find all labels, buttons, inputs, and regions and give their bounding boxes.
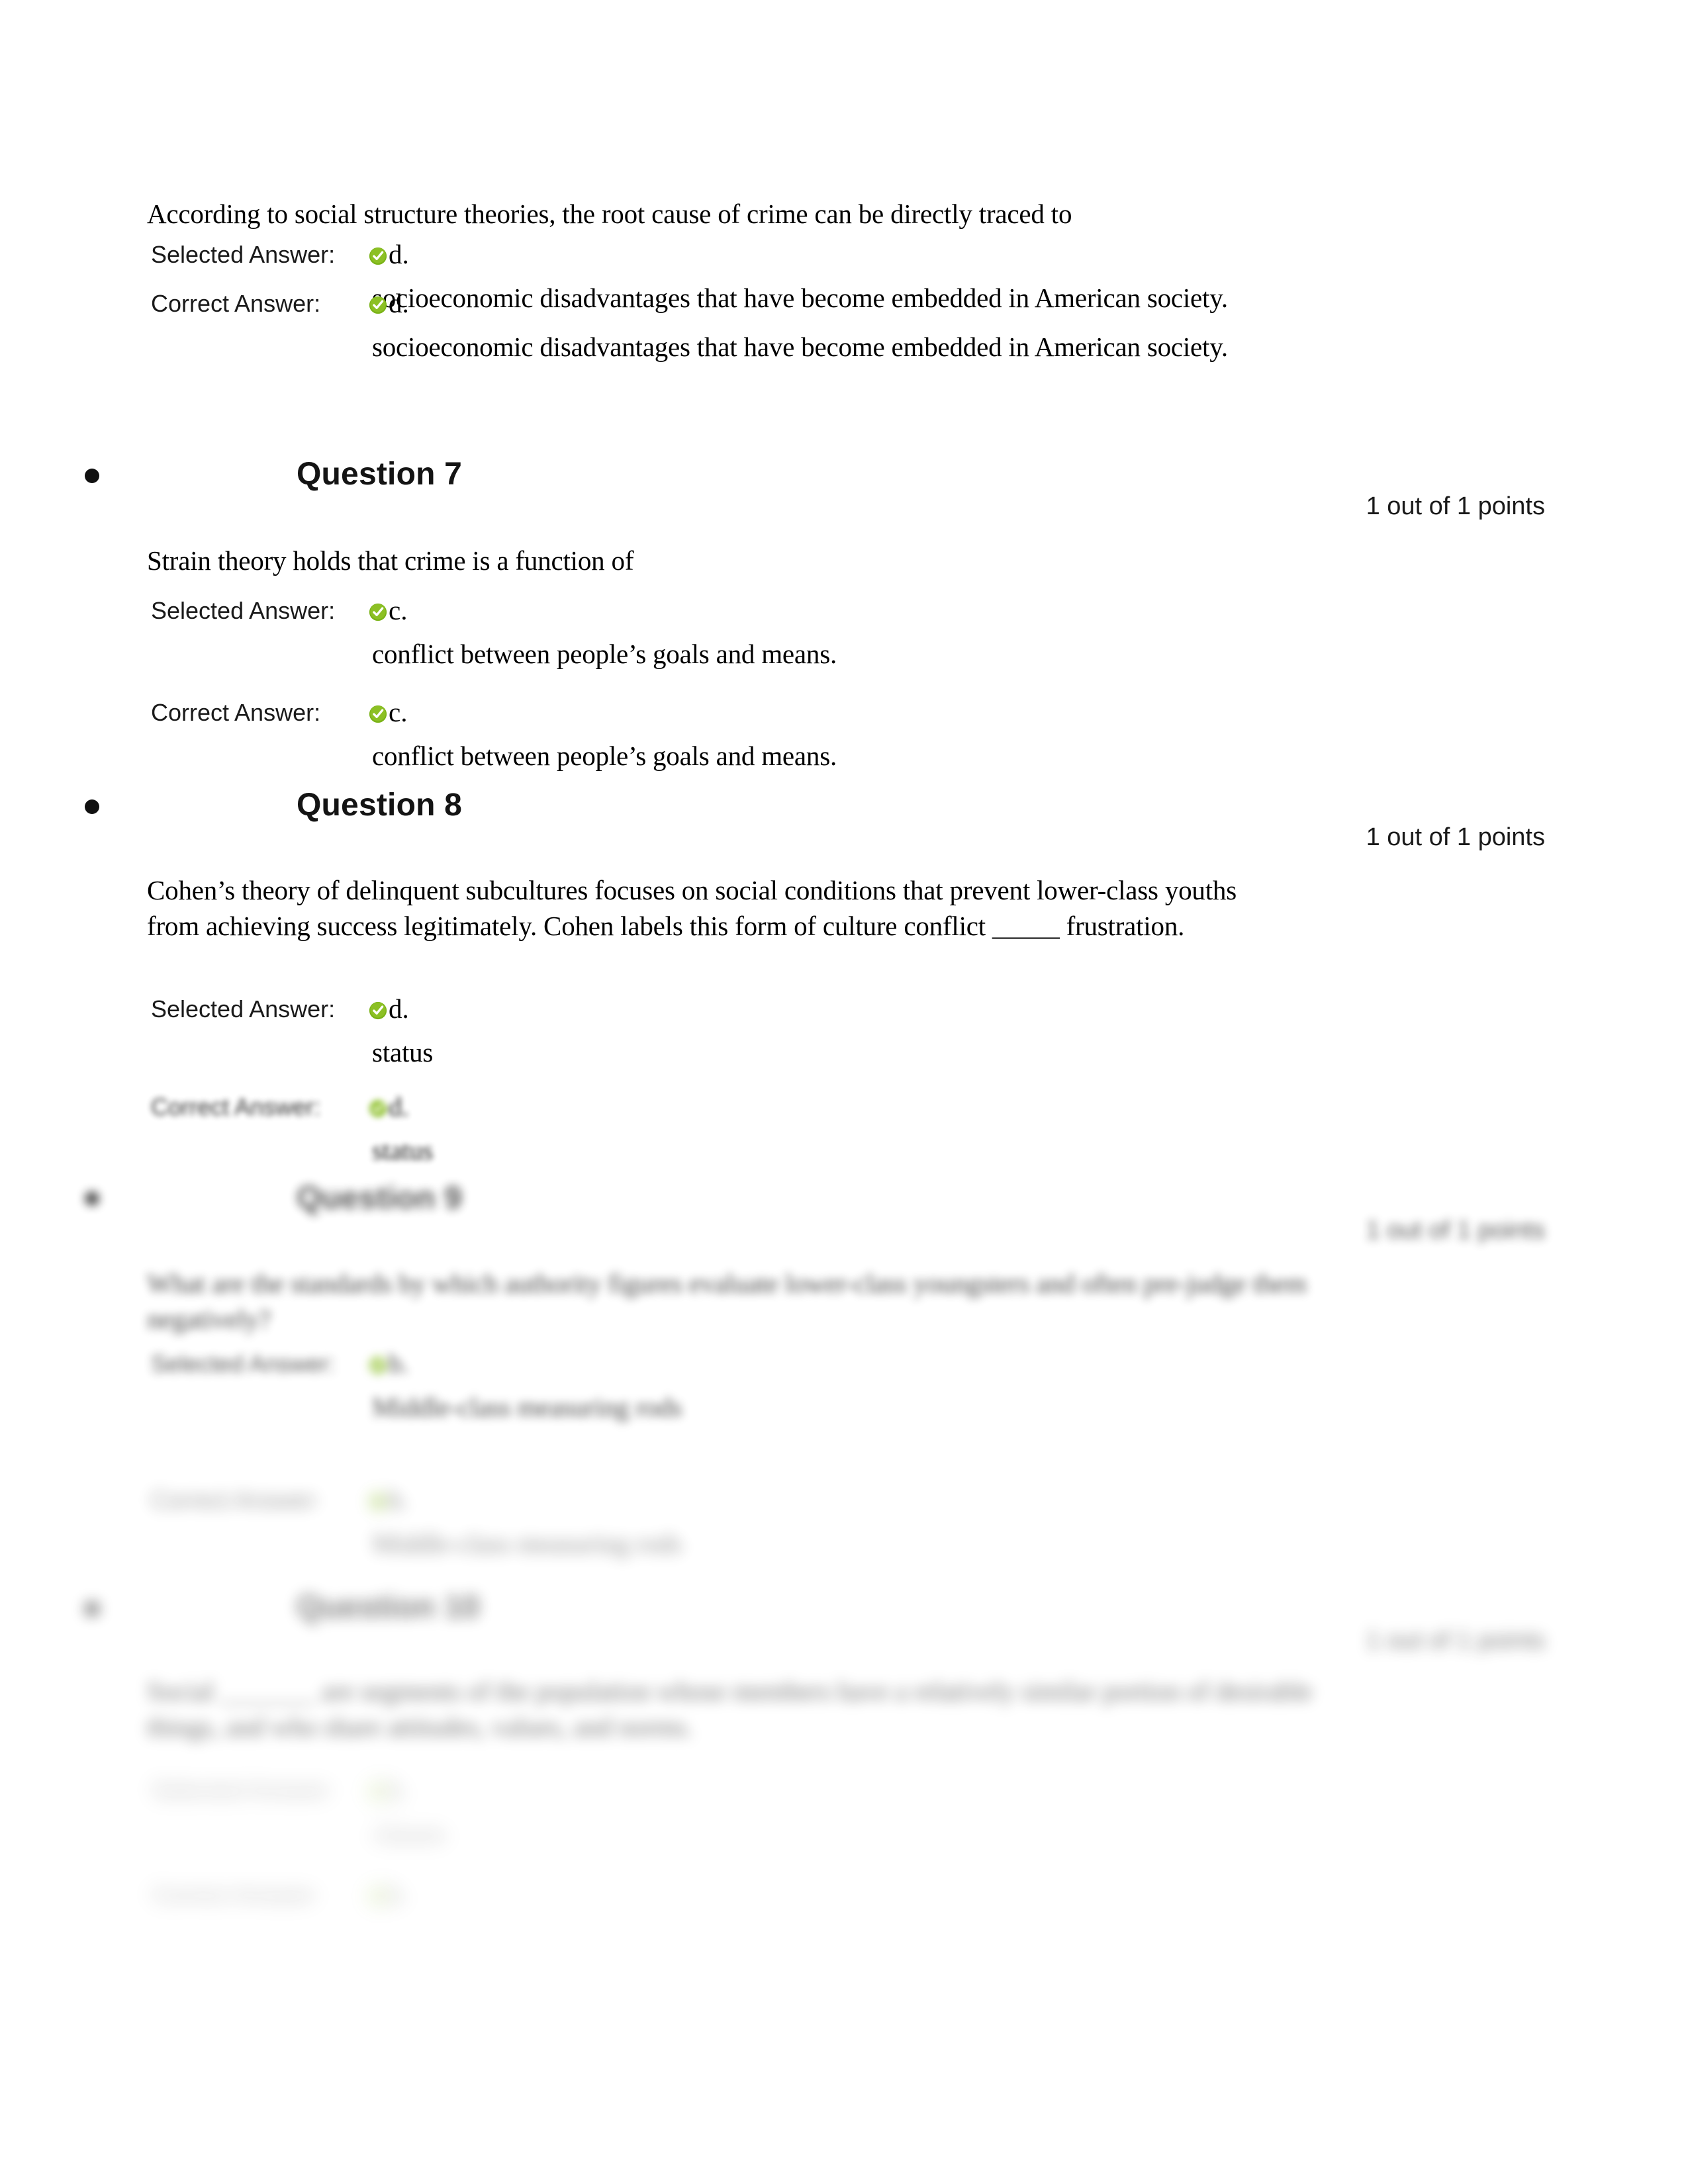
green-check-icon — [368, 295, 388, 315]
correct-answer-label: Correct Answer: — [151, 290, 321, 317]
answer-letter-line: b. — [368, 1880, 1493, 1909]
question-heading: Question 8 — [297, 788, 463, 823]
question-points: 1 out of 1 points — [1366, 1627, 1545, 1655]
answer-letter: c. — [389, 697, 408, 727]
green-check-icon — [368, 602, 388, 622]
correct-answer-label: Correct Answer: — [151, 1093, 321, 1120]
green-check-icon — [368, 1782, 388, 1801]
question-stem: Strain theory holds that crime is a func… — [147, 545, 634, 576]
answer-text: conflict between people’s goals and mean… — [372, 639, 837, 669]
answer-letter: b. — [389, 1879, 409, 1909]
question-heading: Question 7 — [297, 457, 463, 492]
green-check-icon — [368, 246, 388, 266]
selected-answer-value: d. status — [368, 994, 1493, 1070]
correct-answer-value: d. status — [368, 1092, 1493, 1168]
green-check-icon — [368, 704, 388, 724]
answer-letter-line: c. — [368, 596, 1493, 625]
answer-text: status — [372, 1037, 434, 1068]
selected-answer-label: Selected Answer: — [151, 995, 336, 1023]
answer-text: socioeconomic disadvantages that have be… — [372, 332, 1228, 362]
list-bullet — [85, 1602, 99, 1616]
question-stem: What are the standards by which authorit… — [147, 1268, 1307, 1334]
question-heading: Question 9 — [297, 1181, 463, 1216]
correct-answer-label: Correct Answer: — [151, 1486, 321, 1514]
answer-letter-line: b. — [368, 1485, 1493, 1514]
selected-answer-value: b. classes — [368, 1775, 1493, 1851]
quiz-review-page: According to social structure theories, … — [0, 0, 1688, 2184]
answer-letter-line: d. — [368, 289, 1493, 318]
answer-letter-line: b. — [368, 1775, 1493, 1804]
answer-letter-line: d. — [368, 994, 1493, 1023]
answer-letter: b. — [389, 1774, 409, 1805]
correct-answer-value: b. — [368, 1880, 1493, 1920]
selected-answer-label: Selected Answer: — [151, 241, 336, 268]
correct-answer-value: b. Middle-class measuring rods — [368, 1485, 1493, 1561]
list-bullet — [85, 1191, 99, 1206]
answer-letter-line: c. — [368, 698, 1493, 727]
answer-text: classes — [372, 1818, 447, 1848]
answer-text: status — [372, 1135, 434, 1165]
question-points: 1 out of 1 points — [1366, 823, 1545, 851]
correct-answer-label: Correct Answer: — [151, 1881, 321, 1908]
answer-letter: d. — [389, 239, 409, 269]
correct-answer-label: Correct Answer: — [151, 699, 321, 726]
green-check-icon — [368, 1355, 388, 1375]
list-bullet — [85, 799, 99, 814]
answer-letter: c. — [389, 595, 408, 625]
green-check-icon — [368, 1886, 388, 1906]
selected-answer-label: Selected Answer: — [151, 597, 336, 624]
correct-answer-value: c. conflict between people’s goals and m… — [368, 698, 1493, 774]
green-check-icon — [368, 1001, 388, 1021]
selected-answer-value: c. conflict between people’s goals and m… — [368, 596, 1493, 672]
answer-letter: b. — [389, 1484, 409, 1515]
question-stem: Social _______ are segments of the popul… — [147, 1676, 1313, 1742]
answer-text: Middle-class measuring rods — [372, 1392, 682, 1422]
question-heading: Question 10 — [297, 1590, 480, 1625]
answer-letter-line: d. — [368, 240, 1493, 269]
answer-letter-line: d. — [368, 1092, 1493, 1121]
question-stem: Cohen’s theory of delinquent subcultures… — [147, 875, 1237, 941]
question-points: 1 out of 1 points — [1366, 1216, 1545, 1244]
answer-text: conflict between people’s goals and mean… — [372, 741, 837, 771]
question-points: 1 out of 1 points — [1366, 492, 1545, 520]
green-check-icon — [368, 1492, 388, 1512]
green-check-icon — [368, 1099, 388, 1118]
answer-letter: b. — [389, 1348, 409, 1379]
list-bullet — [85, 469, 99, 483]
answer-letter-line: b. — [368, 1349, 1493, 1378]
answer-letter: d. — [389, 1091, 409, 1122]
selected-answer-label: Selected Answer: — [151, 1350, 336, 1377]
answer-letter: d. — [389, 993, 409, 1024]
correct-answer-value: d. socioeconomic disadvantages that have… — [368, 289, 1493, 365]
selected-answer-value: b. Middle-class measuring rods — [368, 1349, 1493, 1425]
question-stem: According to social structure theories, … — [147, 199, 1072, 229]
answer-letter: d. — [389, 288, 409, 318]
answer-text: Middle-class measuring rods — [372, 1528, 682, 1559]
selected-answer-label: Selected Answer: — [151, 1776, 336, 1803]
